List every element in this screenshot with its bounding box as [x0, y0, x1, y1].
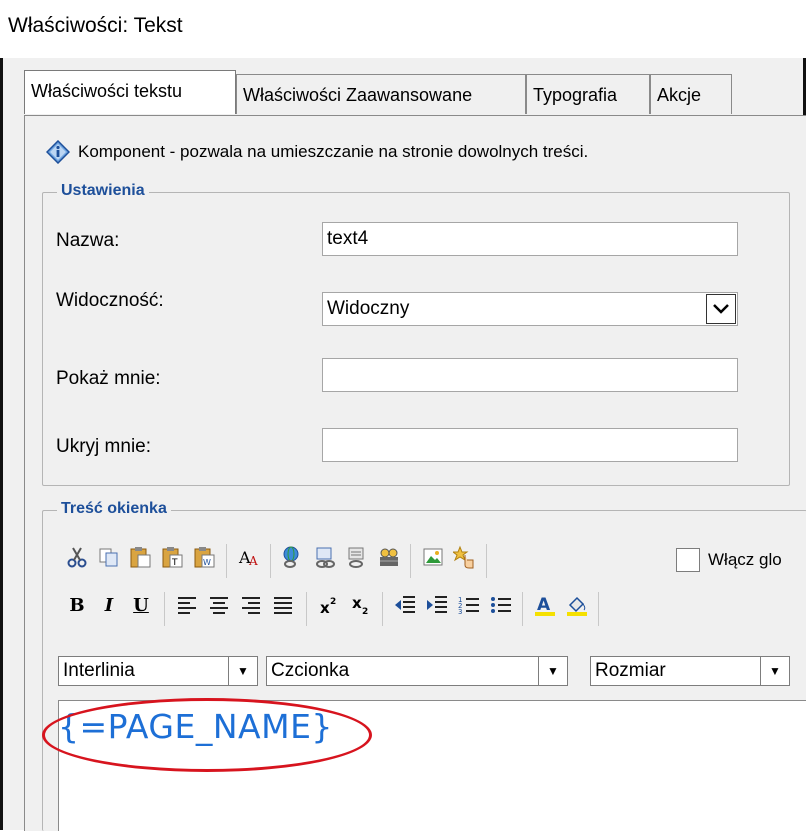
- visibility-select[interactable]: Widoczny: [322, 292, 738, 326]
- numbered-list-icon[interactable]: 123: [454, 588, 484, 622]
- bullet-list-icon[interactable]: [486, 588, 516, 622]
- content-legend: Treść okienka: [57, 500, 171, 518]
- toolbar-separator: [486, 544, 487, 578]
- global-checkbox[interactable]: [676, 548, 700, 572]
- svg-text:3: 3: [458, 608, 462, 616]
- chevron-down-icon[interactable]: ▼: [228, 657, 257, 685]
- paste-icon[interactable]: [126, 540, 156, 574]
- scissors-icon[interactable]: [62, 540, 92, 574]
- paste-word-icon[interactable]: W: [190, 540, 220, 574]
- anchor-icon[interactable]: [310, 540, 340, 574]
- hide-me-input[interactable]: [322, 428, 738, 462]
- bold-icon[interactable]: B: [62, 588, 92, 622]
- size-value: Rozmiar: [595, 660, 666, 681]
- toolbar-separator: [598, 592, 599, 626]
- svg-text:W: W: [203, 558, 211, 567]
- justify-icon[interactable]: [268, 588, 298, 622]
- tab-text-properties[interactable]: Właściwości tekstu: [24, 70, 236, 114]
- name-input[interactable]: text4: [322, 222, 738, 256]
- tab-advanced-properties[interactable]: Właściwości Zaawansowane: [236, 74, 526, 114]
- tab-typography[interactable]: Typografia: [526, 74, 650, 114]
- unlink-icon[interactable]: [342, 540, 372, 574]
- align-center-icon[interactable]: [204, 588, 234, 622]
- paste-text-icon[interactable]: T: [158, 540, 188, 574]
- font-color-icon[interactable]: A: [530, 588, 560, 622]
- highlight-annotation: [42, 698, 372, 772]
- properties-window: Właściwości: Tekst Właściwości tekstu Wł…: [0, 0, 806, 831]
- toolbar-separator: [522, 592, 523, 626]
- editor-toolbar-1: T W AA: [60, 540, 680, 580]
- hide-me-label: Ukryj mnie:: [56, 436, 152, 457]
- window-title: Właściwości: Tekst: [8, 14, 183, 37]
- toolbar-separator: [306, 592, 307, 626]
- size-combo[interactable]: Rozmiar ▼: [590, 656, 790, 686]
- tab-label: Akcje: [657, 85, 702, 105]
- tab-label: Właściwości Zaawansowane: [243, 85, 473, 105]
- outdent-icon[interactable]: [390, 588, 420, 622]
- tab-label: Właściwości tekstu: [31, 81, 183, 101]
- visibility-value: Widoczny: [327, 298, 410, 319]
- svg-text:x: x: [320, 599, 330, 616]
- svg-text:A: A: [248, 554, 258, 568]
- toolbar-separator: [270, 544, 271, 578]
- chevron-down-icon: [713, 304, 729, 314]
- subscript-icon[interactable]: x2: [346, 588, 376, 622]
- align-right-icon[interactable]: [236, 588, 266, 622]
- visibility-label: Widoczność:: [56, 290, 164, 311]
- settings-legend: Ustawienia: [57, 182, 149, 200]
- line-height-combo[interactable]: Interlinia ▼: [58, 656, 258, 686]
- global-checkbox-label: Włącz glo: [708, 550, 782, 569]
- underline-icon[interactable]: U: [126, 588, 156, 622]
- svg-text:2: 2: [362, 607, 368, 616]
- visibility-dropdown-button[interactable]: [706, 294, 736, 324]
- spellcheck-icon[interactable]: AA: [234, 540, 264, 574]
- toolbar-separator: [164, 592, 165, 626]
- show-me-input[interactable]: [322, 358, 738, 392]
- align-left-icon[interactable]: [172, 588, 202, 622]
- name-label: Nazwa:: [56, 230, 120, 251]
- toolbar-separator: [410, 544, 411, 578]
- italic-icon[interactable]: I: [94, 588, 124, 622]
- tab-actions[interactable]: Akcje: [650, 74, 732, 114]
- svg-text:x: x: [352, 594, 362, 612]
- insert-image-icon[interactable]: [418, 540, 448, 574]
- special-char-icon[interactable]: [450, 540, 480, 574]
- superscript-icon[interactable]: x2: [314, 588, 344, 622]
- highlight-color-icon[interactable]: [562, 588, 592, 622]
- indent-icon[interactable]: [422, 588, 452, 622]
- svg-text:2: 2: [330, 597, 336, 607]
- editor-toolbar-2: B I U x2 x2 123 A: [60, 588, 806, 628]
- title-bar: Właściwości: Tekst: [0, 0, 806, 58]
- info-text: Komponent - pozwala na umieszczanie na s…: [78, 142, 589, 161]
- show-me-label: Pokaż mnie:: [56, 368, 161, 389]
- font-combo[interactable]: Czcionka ▼: [266, 656, 568, 686]
- tab-label: Typografia: [533, 85, 618, 105]
- toolbar-separator: [226, 544, 227, 578]
- name-value: text4: [327, 228, 369, 249]
- chevron-down-icon[interactable]: ▼: [760, 657, 789, 685]
- insert-table-icon[interactable]: [374, 540, 404, 574]
- info-icon: [46, 140, 70, 164]
- insert-link-icon[interactable]: [278, 540, 308, 574]
- toolbar-separator: [382, 592, 383, 626]
- svg-text:T: T: [171, 558, 178, 568]
- font-value: Czcionka: [271, 660, 350, 681]
- copy-icon[interactable]: [94, 540, 124, 574]
- line-height-value: Interlinia: [63, 660, 135, 681]
- chevron-down-icon[interactable]: ▼: [538, 657, 567, 685]
